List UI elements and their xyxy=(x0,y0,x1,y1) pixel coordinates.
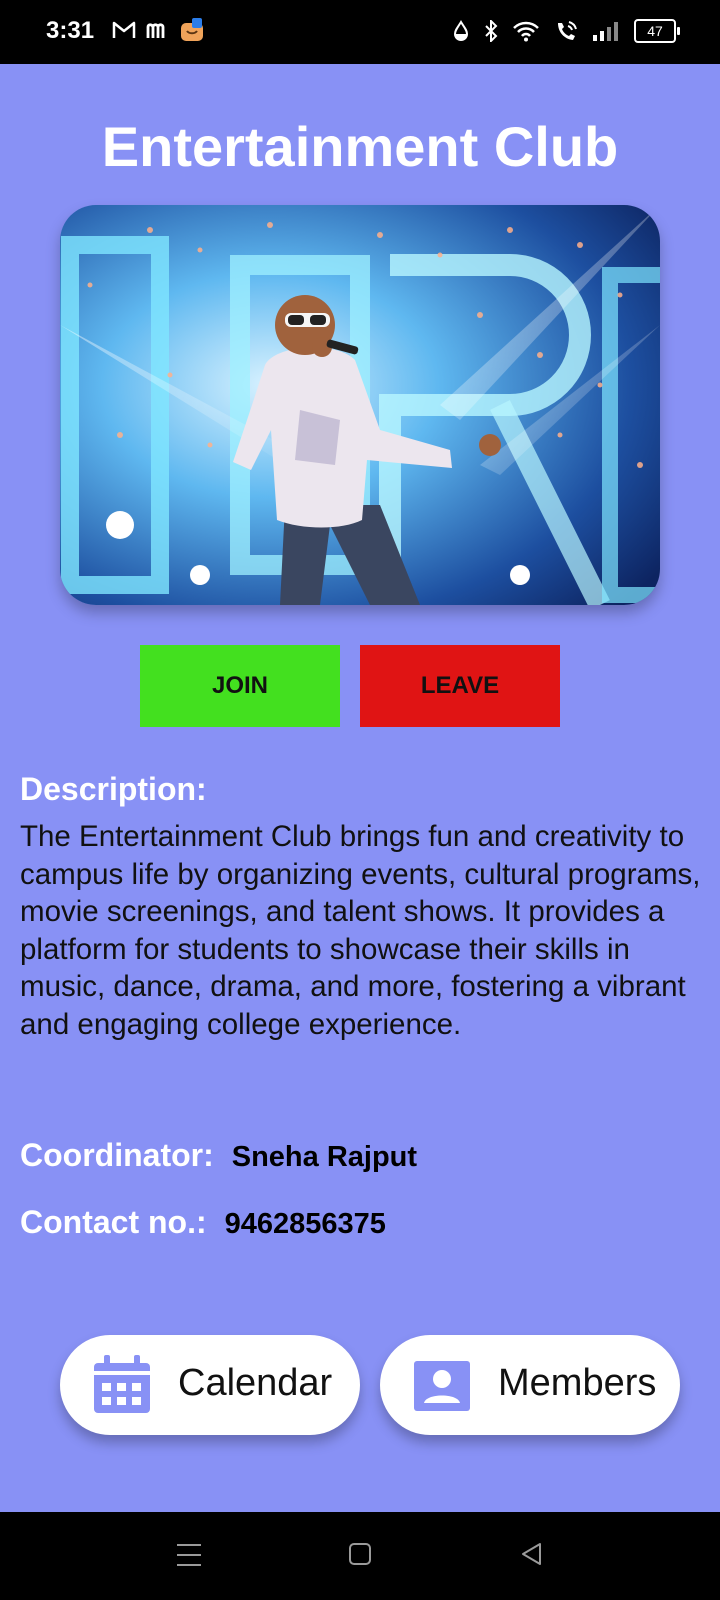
calendar-label: Calendar xyxy=(178,1362,333,1404)
m-app-icon xyxy=(146,23,165,38)
system-status-icons: 47 xyxy=(452,19,680,43)
members-label: Members xyxy=(498,1362,657,1404)
calendar-button[interactable]: Calendar xyxy=(60,1335,360,1435)
battery-icon: 47 xyxy=(634,19,680,43)
calendar-icon xyxy=(94,1355,150,1413)
description-heading: Description: xyxy=(20,771,207,807)
home-icon[interactable] xyxy=(348,1542,372,1566)
shopping-bag-icon xyxy=(181,18,203,41)
club-detail-screen: Entertainment Club JOIN LEAVE Descriptio… xyxy=(0,64,720,1512)
coordinator-row: Coordinator: Sneha Rajput xyxy=(20,1137,417,1174)
coordinator-name: Sneha Rajput xyxy=(231,1141,418,1173)
notification-icons xyxy=(112,18,204,42)
contact-row: Contact no.: 9462856375 xyxy=(20,1204,386,1241)
menu-icon[interactable] xyxy=(176,1542,202,1568)
join-button[interactable]: JOIN xyxy=(140,645,340,727)
gmail-icon xyxy=(112,21,136,38)
club-hero-image xyxy=(60,205,660,605)
description-text: The Entertainment Club brings fun and cr… xyxy=(20,820,701,1041)
person-icon xyxy=(414,1361,470,1411)
wifi-icon xyxy=(513,21,539,42)
page-title: Entertainment Club xyxy=(101,115,619,178)
signal-icon xyxy=(593,22,618,41)
members-button[interactable]: Members xyxy=(380,1335,680,1435)
status-bar: 3:31 47 xyxy=(0,0,720,64)
contact-label: Contact no.: xyxy=(20,1204,207,1240)
back-icon[interactable] xyxy=(520,1542,544,1566)
contact-number: 9462856375 xyxy=(224,1208,386,1240)
bluetooth-icon xyxy=(485,20,498,42)
wifi-call-icon xyxy=(558,21,577,40)
system-navigation-bar xyxy=(0,1512,720,1600)
status-time: 3:31 xyxy=(46,17,95,44)
leave-button[interactable]: LEAVE xyxy=(360,645,560,727)
data-saver-icon xyxy=(453,20,469,41)
coordinator-label: Coordinator: xyxy=(20,1137,214,1173)
